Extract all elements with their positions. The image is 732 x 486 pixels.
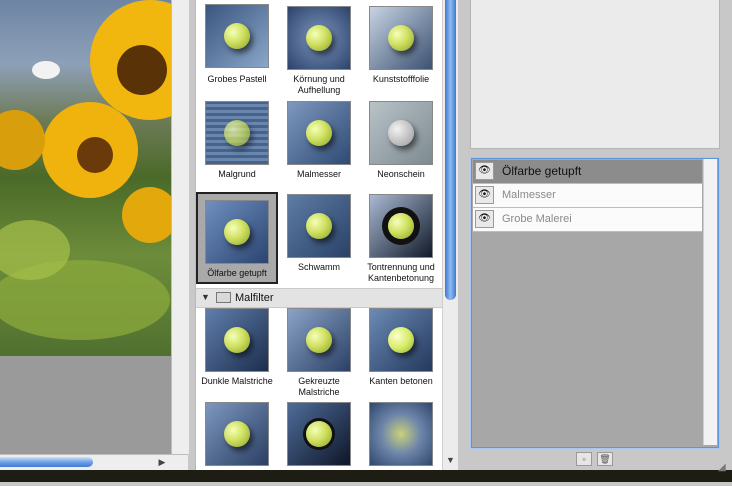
filter-oelfarbe-getupft[interactable]: Ölfarbe getupft [196,192,278,284]
filter-malmesser[interactable]: Malmesser [278,93,360,185]
filter-schwamm[interactable]: Schwamm [278,186,360,278]
filter-label: Dunkle Malstriche [201,376,273,386]
filter-thumbnail [205,101,269,165]
filter-thumbnail [205,200,269,264]
filter-koernung[interactable]: Körnung und Aufhellung [278,0,360,95]
gallery-scroll-thumb[interactable] [445,0,456,300]
filter-thumbnail [287,194,351,258]
filter-label: Grobes Pastell [207,74,267,84]
preview-image[interactable] [0,0,171,356]
layers-scrollbar[interactable] [703,159,717,445]
gallery-vertical-scrollbar[interactable]: ▼ [442,0,458,470]
layer-item[interactable]: 👁 Grobe Malerei [473,208,702,232]
filter-thumbnail [205,402,269,466]
filter-thumbnail [287,6,351,70]
filter-grobes-pastell[interactable]: Grobes Pastell [196,0,278,92]
filter-gallery: Grobes Pastell Körnung und Aufhellung Ku… [195,0,444,471]
canvas-edge [0,470,732,482]
eye-icon[interactable]: 👁 [475,210,494,228]
layer-item[interactable]: 👁 Ölfarbe getupft [473,160,702,184]
filter-thumbnail [205,4,269,68]
filter-malgrund[interactable]: Malgrund [196,93,278,185]
filter-label: Kanten betonen [369,376,433,386]
filter-kunststofffolie[interactable]: Kunststofffolie [360,0,442,92]
filter-thumbnail [287,402,351,466]
filter-label: Schwamm [297,262,340,272]
scroll-right-arrow-icon[interactable]: ▶ [154,455,170,470]
filter-thumbnail [369,6,433,70]
filter-thumbnail [205,308,269,372]
preview-horizontal-scrollbar[interactable]: ▶ [0,454,188,470]
filter-thumbnail [369,101,433,165]
filter-label: Malmesser [296,169,341,179]
effect-layers-panel: 👁 Ölfarbe getupft 👁 Malmesser 👁 Grobe Ma… [471,158,719,448]
sunflower-image [0,0,171,340]
filter-kanten-betonen[interactable]: Kanten betonen [360,300,442,392]
scroll-down-arrow-icon[interactable]: ▼ [443,453,458,468]
horizontal-scroll-thumb[interactable] [0,457,93,467]
filter-thumbnail [287,101,351,165]
filter-label: Kunststofffolie [372,74,430,84]
filter-label: Tontrennung und Kantenbetonung [367,262,435,283]
eye-icon[interactable]: 👁 [475,162,494,180]
trash-icon[interactable]: 🗑 [597,452,613,466]
filter-label: Neonschein [377,169,425,179]
filter-settings-panel [470,0,720,149]
filter-gekreuzte-malstriche[interactable]: Gekreuzte Malstriche [278,300,360,397]
resize-grip-icon[interactable]: ◢ [718,462,730,474]
new-effect-layer-icon[interactable]: ▫ [576,452,592,466]
filter-dunkle-malstriche[interactable]: Dunkle Malstriche [196,300,278,392]
layer-label: Malmesser [502,189,556,201]
layer-label: Grobe Malerei [502,213,572,225]
layer-item[interactable]: 👁 Malmesser [473,184,702,208]
filter-thumbnail [369,308,433,372]
filter-label: Malgrund [218,169,256,179]
eye-icon[interactable]: 👁 [475,186,494,204]
layer-label: Ölfarbe getupft [502,164,582,178]
filter-label: Ölfarbe getupft [207,268,267,278]
preview-pane [0,0,189,482]
filter-thumbnail [287,308,351,372]
filter-thumbnail [369,402,433,466]
filter-tontrennung[interactable]: Tontrennung und Kantenbetonung [360,186,442,283]
filter-thumbnail [369,194,433,258]
filter-neonschein[interactable]: Neonschein [360,93,442,185]
preview-background [0,356,188,454]
preview-vertical-scrollbar[interactable] [171,0,189,454]
